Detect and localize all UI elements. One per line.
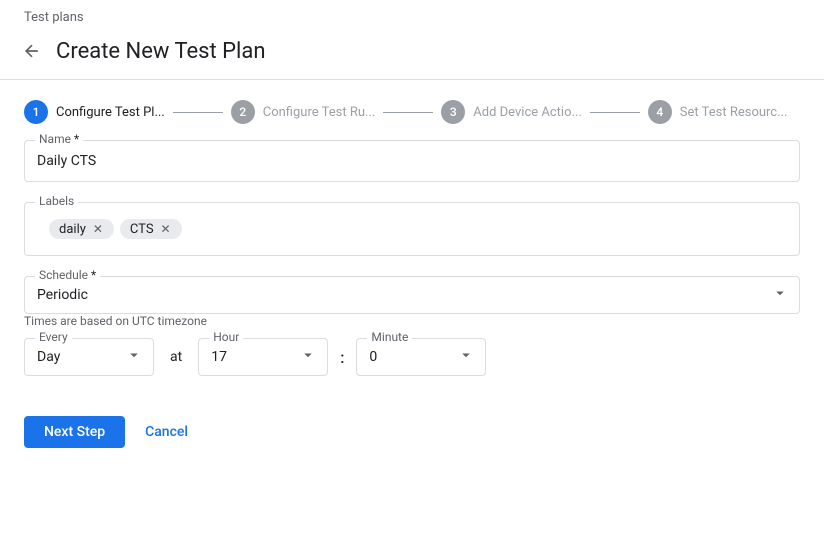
- chip-cts: CTS ✕: [120, 219, 182, 239]
- schedule-label: Schedule *: [35, 268, 100, 282]
- hour-value: 17: [211, 349, 227, 365]
- step-connector-1: [173, 112, 223, 113]
- step-2: 2 Configure Test Ru...: [231, 100, 376, 124]
- schedule-dropdown-icon: [771, 284, 789, 306]
- name-field: Name *: [24, 140, 800, 182]
- step-3-circle: 3: [441, 100, 465, 124]
- step-4-circle: 4: [648, 100, 672, 124]
- page-header: Create New Test Plan: [0, 31, 824, 80]
- every-select[interactable]: Every Day: [24, 338, 154, 376]
- labels-chips-container: daily ✕ CTS ✕: [37, 211, 787, 247]
- step-connector-3: [590, 112, 640, 113]
- chip-cts-remove[interactable]: ✕: [158, 221, 174, 237]
- footer-actions: Next Step Cancel: [0, 396, 824, 468]
- name-field-group: Name *: [24, 140, 800, 182]
- hour-label: Hour: [209, 330, 243, 344]
- name-input[interactable]: [37, 149, 787, 173]
- labels-label: Labels: [35, 194, 78, 208]
- stepper: 1 Configure Test Pl... 2 Configure Test …: [0, 80, 824, 140]
- labels-field: Labels daily ✕ CTS ✕: [24, 202, 800, 256]
- minute-select[interactable]: Minute 0: [356, 338, 486, 376]
- schedule-value: Periodic: [37, 287, 88, 303]
- hour-select[interactable]: Hour 17: [198, 338, 328, 376]
- step-connector-2: [383, 112, 433, 113]
- every-label: Every: [35, 330, 72, 344]
- chip-daily-remove[interactable]: ✕: [90, 221, 106, 237]
- step-3: 3 Add Device Actio...: [441, 100, 582, 124]
- breadcrumb: Test plans: [0, 0, 824, 31]
- minute-dropdown-icon: [457, 346, 475, 368]
- every-dropdown-icon: [125, 346, 143, 368]
- time-colon: :: [340, 348, 344, 367]
- schedule-select-field[interactable]: Schedule * Periodic: [24, 276, 800, 314]
- cancel-button[interactable]: Cancel: [141, 416, 192, 448]
- minute-label: Minute: [367, 330, 412, 344]
- utc-note: Times are based on UTC timezone: [24, 314, 800, 328]
- step-1-label: Configure Test Pl...: [56, 105, 165, 120]
- chip-cts-text: CTS: [130, 222, 154, 237]
- page-title: Create New Test Plan: [56, 39, 266, 64]
- hour-dropdown-icon: [299, 346, 317, 368]
- schedule-row: Every Day at Hour 17: [24, 338, 800, 376]
- minute-value: 0: [369, 349, 377, 365]
- chip-daily: daily ✕: [49, 219, 114, 239]
- step-4: 4 Set Test Resourc...: [648, 100, 788, 124]
- every-value: Day: [37, 349, 60, 365]
- step-1-circle: 1: [24, 100, 48, 124]
- labels-field-group: Labels daily ✕ CTS ✕: [24, 202, 800, 256]
- schedule-field-group: Schedule * Periodic Times are based on U…: [24, 276, 800, 376]
- schedule-select[interactable]: Schedule * Periodic: [24, 276, 800, 314]
- step-3-label: Add Device Actio...: [473, 105, 582, 120]
- back-button[interactable]: [16, 35, 48, 67]
- name-label: Name *: [35, 132, 83, 146]
- step-2-circle: 2: [231, 100, 255, 124]
- step-2-label: Configure Test Ru...: [263, 105, 376, 120]
- at-label: at: [170, 349, 182, 365]
- chip-daily-text: daily: [59, 222, 86, 237]
- form: Name * Labels daily ✕ CTS ✕: [0, 140, 824, 376]
- next-step-button[interactable]: Next Step: [24, 416, 125, 448]
- step-1: 1 Configure Test Pl...: [24, 100, 165, 124]
- step-4-label: Set Test Resourc...: [680, 105, 788, 120]
